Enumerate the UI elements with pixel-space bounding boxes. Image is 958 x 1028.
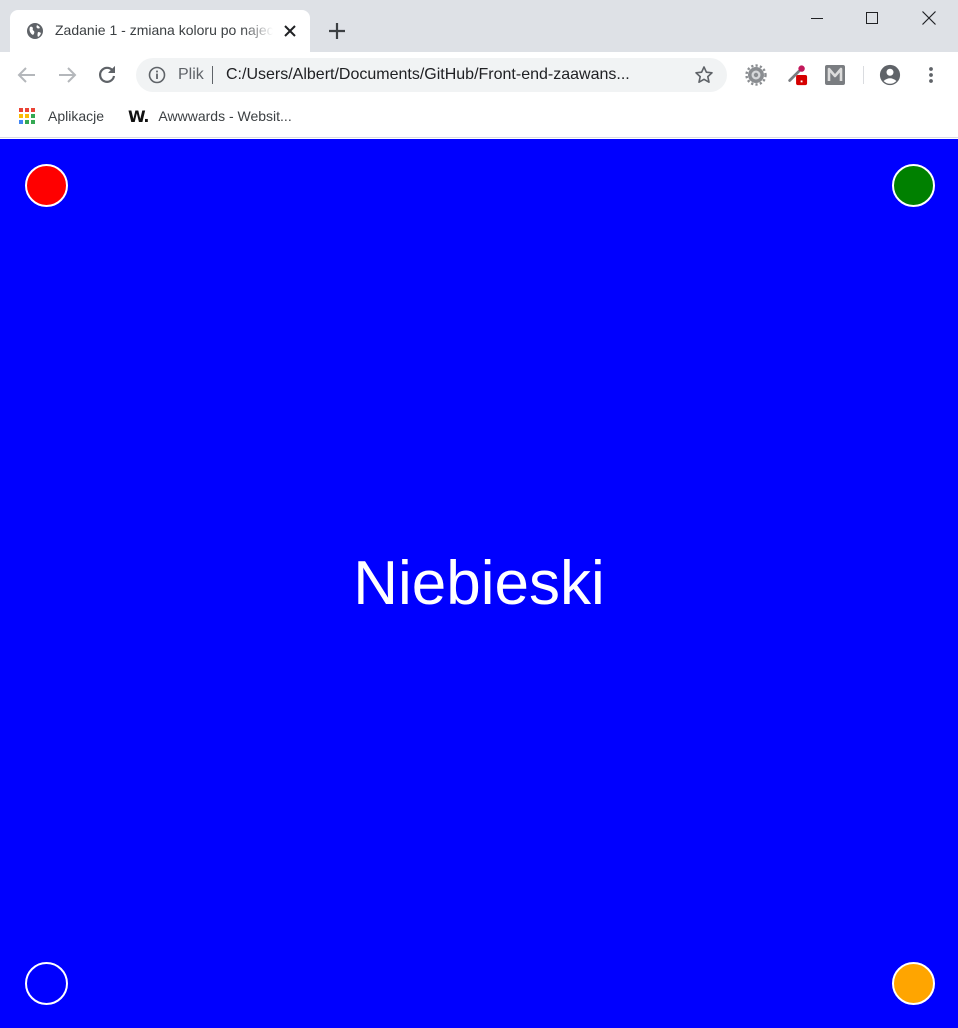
tab-title: Zadanie 1 - zmiana koloru po najechaniu: [55, 22, 273, 38]
toolbar-divider: [863, 66, 864, 84]
color-picker-extension-icon[interactable]: [786, 64, 808, 86]
globe-icon: [27, 23, 43, 39]
orange-color-dot[interactable]: [892, 962, 935, 1005]
new-tab-plus-icon[interactable]: [327, 21, 347, 41]
address-bar[interactable]: Plik C:/Users/Albert/Documents/GitHub/Fr…: [136, 58, 727, 92]
bookmark-awwwards[interactable]: W. Awwwards - Websit...: [128, 98, 292, 134]
page-content: Niebieski: [0, 139, 958, 1028]
info-icon[interactable]: [148, 66, 166, 84]
m-extension-icon[interactable]: [824, 64, 846, 86]
browser-titlebar: Zadanie 1 - zmiana koloru po najechaniu: [0, 0, 958, 52]
browser-toolbar: Plik C:/Users/Albert/Documents/GitHub/Fr…: [0, 52, 958, 98]
profile-avatar-icon[interactable]: [879, 64, 901, 86]
awwwards-w-icon: W.: [128, 106, 149, 126]
back-arrow-icon[interactable]: [16, 64, 38, 86]
minimize-button[interactable]: [793, 0, 841, 36]
bookmark-star-icon[interactable]: [694, 65, 714, 85]
maximize-button[interactable]: [848, 0, 896, 36]
active-tab[interactable]: Zadanie 1 - zmiana koloru po najechaniu: [10, 10, 310, 52]
maximize-icon: [866, 12, 878, 24]
reload-icon[interactable]: [96, 64, 118, 86]
close-window-icon: [922, 11, 936, 25]
scheme-separator: [212, 66, 213, 84]
menu-kebab-icon[interactable]: [920, 64, 942, 86]
bookmark-label: Aplikacje: [48, 108, 105, 124]
close-tab-icon[interactable]: [282, 23, 298, 39]
green-color-dot[interactable]: [892, 164, 935, 207]
close-window-button[interactable]: [905, 0, 953, 36]
url-text[interactable]: C:/Users/Albert/Documents/GitHub/Front-e…: [226, 66, 686, 84]
color-name-text: Niebieski: [353, 549, 605, 618]
red-color-dot[interactable]: [25, 164, 68, 207]
bookmark-label: Awwwards - Websit...: [158, 108, 292, 124]
bookmarks-bar: Aplikacje W. Awwwards - Websit...: [0, 98, 958, 138]
apps-grid-icon: [19, 108, 35, 124]
gear-extension-icon[interactable]: [745, 64, 767, 86]
blue-color-dot[interactable]: [25, 962, 68, 1005]
forward-arrow-icon[interactable]: [56, 64, 78, 86]
bookmark-apps[interactable]: Aplikacje: [19, 98, 104, 134]
file-scheme-label: Plik: [178, 66, 204, 83]
minimize-icon: [811, 18, 823, 19]
